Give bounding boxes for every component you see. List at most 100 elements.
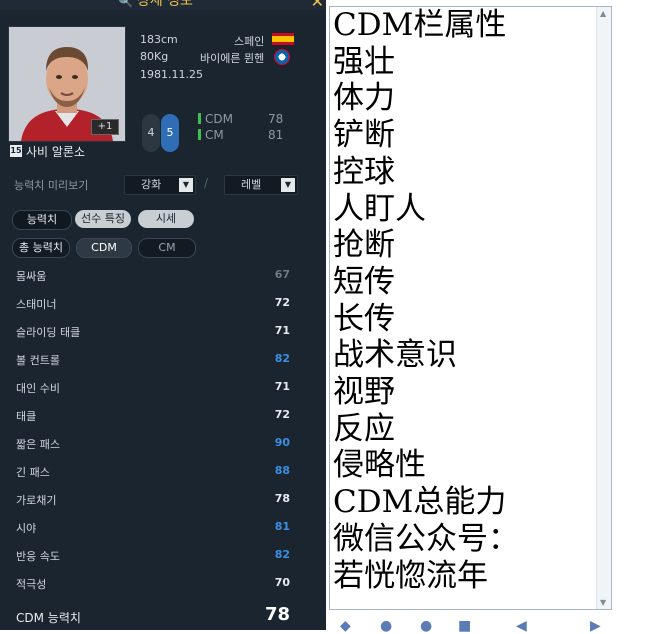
level-dropdown[interactable]: 레벨 ▼ [224, 175, 298, 195]
notepad-line: 控球 [333, 153, 395, 190]
stat-value: 72 [274, 296, 290, 309]
notepad-line: 若恍惚流年 [333, 557, 488, 594]
stat-row: 슬라이딩 태클 71 [0, 318, 326, 346]
preview-separator: / [204, 176, 209, 190]
position-label: CM [205, 128, 224, 142]
notepad-line: CDM总能力 [333, 484, 507, 521]
stat-name: 짧은 패스 [16, 438, 60, 451]
toolbar-icon[interactable]: ● [380, 618, 392, 634]
stat-row: 볼 컨트롤 82 [0, 346, 326, 374]
editor-toolbar-strip: ◆ ● ● ■ ◀ ▶ [326, 612, 648, 634]
strong-foot-right: 5 [161, 114, 179, 152]
stat-value: 78 [274, 492, 290, 505]
spain-flag-icon [272, 33, 294, 45]
stat-row: 몸싸움 67 [0, 262, 326, 290]
close-icon[interactable]: ✕ [311, 0, 324, 11]
player-birthdate: 1981.11.25 [140, 68, 203, 81]
notepad-line: 体力 [333, 80, 395, 117]
stat-row: 반응 속도 82 [0, 542, 326, 570]
toolbar-left-arrow-icon[interactable]: ◀ [516, 618, 527, 634]
subtab-cm[interactable]: CM [138, 238, 196, 258]
stat-name: 반응 속도 [16, 550, 60, 563]
chevron-down-icon: ▼ [281, 178, 295, 192]
notepad-line: 视野 [333, 374, 395, 411]
notepad-line: 侵略性 [333, 447, 426, 484]
stat-value: 72 [274, 408, 290, 421]
chevron-down-icon: ▼ [179, 178, 193, 192]
notepad-line: CDM栏属性 [333, 7, 507, 43]
stat-name: 스태미너 [16, 298, 57, 311]
search-icon: 🔍 [118, 0, 133, 8]
stat-name: 가로채기 [16, 494, 57, 507]
stat-value: 82 [274, 352, 290, 365]
foot-ability: 4 5 [138, 114, 182, 156]
panel-title: 🔍 상세 정보 [118, 0, 193, 10]
weak-foot-left: 4 [142, 114, 160, 152]
toolbar-icon[interactable]: ◆ [340, 618, 351, 634]
toolbar-right-arrow-icon[interactable]: ▶ [590, 618, 601, 634]
level-dropdown-label: 레벨 [241, 178, 262, 191]
enhance-dropdown-label: 강화 [141, 178, 162, 191]
player-name: 사비 알론소 [26, 145, 86, 159]
scroll-down-icon[interactable]: ▼ [600, 598, 606, 607]
subtab-total[interactable]: 총 능력치 [12, 238, 70, 258]
player-weight: 80Kg [140, 50, 169, 63]
stat-name: 적극성 [16, 578, 47, 591]
stat-row: 태클 72 [0, 402, 326, 430]
toolbar-icon[interactable]: ● [420, 618, 432, 634]
notepad-line: 战术意识 [333, 337, 457, 374]
position-bar [198, 129, 201, 140]
notepad-line: 铲断 [333, 117, 395, 154]
grade-badge: +1 [91, 119, 119, 135]
subtab-cdm[interactable]: CDM [76, 238, 132, 258]
season-badge: 15 [10, 145, 22, 157]
stat-name: 대인 수비 [16, 382, 60, 395]
stat-name: 긴 패스 [16, 466, 50, 479]
notepad-text-area[interactable]: CDM栏属性 强壮 体力 铲断 控球 人盯人 抢断 短传 长传 战术意识 视野 … [329, 6, 612, 610]
preview-label: 능력치 미리보기 [14, 179, 89, 192]
total-ability-row: CDM 능력치 78 [0, 604, 326, 630]
stat-row: 대인 수비 71 [0, 374, 326, 402]
notepad-line: 反应 [333, 410, 395, 447]
notepad-text[interactable]: CDM栏属性 强壮 体力 铲断 控球 人盯人 抢断 短传 长传 战术意识 视野 … [333, 7, 595, 594]
notepad-line: 强壮 [333, 43, 395, 80]
scroll-up-icon[interactable]: ▲ [600, 9, 606, 18]
player-nation: 스페인 [234, 35, 265, 48]
position-label: CDM [205, 112, 233, 126]
tab-traits[interactable]: 선수 특징 [75, 210, 131, 228]
player-detail-panel: 🔍 상세 정보 ✕ +1 15 사비 알론소 183cm 80Kg 1981.11… [0, 0, 326, 630]
player-club: 바이에른 뮌헨 [200, 52, 265, 65]
vertical-scrollbar[interactable]: ▲ ▼ [596, 7, 611, 609]
club-logo-icon [274, 49, 290, 65]
notepad-line: 短传 [333, 263, 395, 300]
stat-value: 82 [274, 548, 290, 561]
stat-row: 긴 패스 88 [0, 458, 326, 486]
tab-market[interactable]: 시세 [138, 210, 194, 228]
stat-row: 가로채기 78 [0, 486, 326, 514]
position-row-cm: CM 81 [198, 128, 283, 142]
stat-name: 볼 컨트롤 [16, 354, 60, 367]
stat-name: 시야 [16, 522, 37, 535]
total-ability-value: 78 [264, 604, 290, 625]
tab-ability[interactable]: 능력치 [12, 210, 72, 230]
stat-value: 67 [274, 268, 290, 281]
position-ovr: 78 [268, 112, 284, 126]
toolbar-icon[interactable]: ■ [458, 618, 471, 634]
enhance-dropdown[interactable]: 강화 ▼ [124, 175, 196, 195]
stat-name: 슬라이딩 태클 [16, 326, 81, 339]
stat-row: 적극성 70 [0, 570, 326, 598]
stat-row: 스태미너 72 [0, 290, 326, 318]
stat-row: 시야 81 [0, 514, 326, 542]
stat-value: 81 [274, 520, 290, 533]
stat-value: 70 [274, 576, 290, 589]
total-ability-label: CDM 능력치 [16, 611, 81, 625]
stat-value: 88 [274, 464, 290, 477]
player-height: 183cm [140, 33, 178, 46]
panel-title-text: 상세 정보 [136, 0, 193, 9]
stat-value: 71 [274, 324, 290, 337]
stat-value: 90 [274, 436, 290, 449]
stat-value: 71 [274, 380, 290, 393]
position-ovr: 81 [268, 128, 284, 142]
notepad-line: 微信公众号： [333, 520, 519, 557]
notepad-line: 人盯人 [333, 190, 426, 227]
